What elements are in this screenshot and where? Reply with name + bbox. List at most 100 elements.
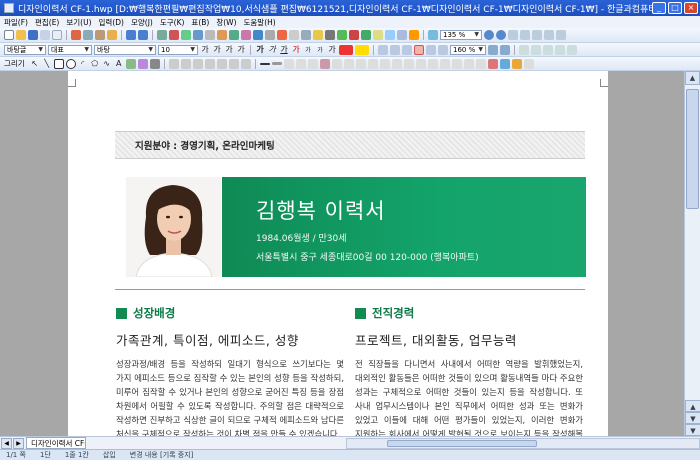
next-page-icon[interactable]: ▼ — [685, 412, 700, 424]
rectangle-icon[interactable] — [53, 58, 64, 69]
document-tab[interactable]: 디자인이력서 CF-1 — [26, 437, 86, 449]
bring-front-icon[interactable] — [192, 58, 203, 69]
ungroup-icon[interactable] — [180, 58, 191, 69]
menu-help[interactable]: 도움말(H) — [244, 17, 276, 28]
zoom-out-icon[interactable] — [496, 30, 506, 40]
memo-icon[interactable] — [313, 30, 323, 40]
preview-icon[interactable] — [52, 30, 62, 40]
superscript-icon[interactable]: 가 — [303, 45, 313, 54]
object-properties-icon[interactable] — [331, 58, 342, 69]
send-back-icon[interactable] — [204, 58, 215, 69]
subscript-icon[interactable]: 가 — [315, 45, 325, 54]
numbering-icon[interactable] — [531, 44, 541, 55]
draw-grid-icon[interactable] — [475, 58, 486, 69]
vertical-scrollbar[interactable]: ▲ ▲ ▼ ▼ — [684, 71, 700, 436]
shadow-icon[interactable] — [295, 58, 306, 69]
insert-mode[interactable]: 삽입 — [103, 450, 116, 460]
zoom-fit-icon[interactable] — [428, 30, 438, 40]
undo-icon[interactable] — [126, 30, 136, 40]
align-center-icon[interactable] — [414, 44, 424, 55]
select-pointer-icon[interactable]: ↖ — [30, 59, 40, 68]
underline-icon[interactable]: 가 — [279, 44, 289, 55]
grow-font-icon[interactable]: 가 — [200, 44, 210, 55]
crop-icon[interactable] — [403, 58, 414, 69]
bullets-icon[interactable] — [519, 44, 529, 55]
bold-icon[interactable]: 가 — [255, 44, 265, 55]
two-page-view-icon[interactable] — [520, 30, 530, 40]
indent-icon[interactable] — [555, 44, 565, 55]
print-icon[interactable] — [40, 30, 50, 40]
columns-icon[interactable] — [385, 30, 395, 40]
line-style-icon[interactable] — [259, 62, 270, 65]
spellcheck-icon[interactable] — [169, 30, 179, 40]
chart-icon[interactable] — [241, 30, 251, 40]
align-justify-icon[interactable] — [378, 44, 388, 55]
page-width-icon[interactable] — [532, 30, 542, 40]
menu-format[interactable]: 모양(J) — [131, 17, 153, 28]
reset-picture-icon[interactable] — [451, 58, 462, 69]
one-page-view-icon[interactable] — [508, 30, 518, 40]
first-tab-icon[interactable]: ◀ — [1, 437, 12, 449]
new-document-icon[interactable] — [4, 30, 14, 40]
rotate-icon[interactable] — [216, 58, 227, 69]
distribute-icon[interactable] — [426, 44, 436, 55]
erase-icon[interactable] — [487, 58, 498, 69]
outdent-icon[interactable] — [567, 44, 577, 55]
fill-icon[interactable] — [137, 58, 148, 69]
text-color-icon[interactable] — [339, 44, 353, 55]
line-icon[interactable]: ╲ — [42, 59, 52, 68]
ellipse-icon[interactable] — [65, 58, 76, 69]
arc-icon[interactable]: ◜ — [78, 59, 88, 68]
last-tab-icon[interactable]: ▶ — [13, 437, 24, 449]
polygon-icon[interactable]: ⬠ — [90, 59, 100, 68]
align-right-icon[interactable] — [402, 44, 412, 55]
hyperlink-icon[interactable] — [265, 30, 275, 40]
picture-insert-icon[interactable] — [125, 58, 136, 69]
footnote-icon[interactable] — [349, 30, 359, 40]
contrast-icon[interactable] — [427, 58, 438, 69]
format-painter-icon[interactable] — [107, 30, 117, 40]
curve-icon[interactable]: ∿ — [102, 59, 112, 68]
line-spacing-select[interactable]: 160 % ▼ — [450, 44, 486, 55]
style-select[interactable]: 바탕글 ▼ — [4, 44, 46, 55]
prev-page-icon[interactable]: ▲ — [685, 400, 700, 412]
scroll-up-icon[interactable]: ▲ — [685, 71, 700, 85]
menu-window[interactable]: 창(W) — [216, 17, 236, 28]
save-icon[interactable] — [28, 30, 38, 40]
size-icon[interactable] — [367, 58, 378, 69]
highlight-icon[interactable] — [355, 44, 369, 55]
arrow-style-icon[interactable] — [283, 58, 294, 69]
char-shape-icon[interactable] — [181, 30, 191, 40]
anchor-icon[interactable] — [355, 58, 366, 69]
zoom-select[interactable]: 135 % ▼ — [440, 30, 482, 40]
line-spacing-down-icon[interactable] — [500, 44, 510, 55]
profile-photo[interactable] — [126, 177, 221, 277]
open-folder-icon[interactable] — [16, 30, 26, 40]
symbol-icon[interactable] — [325, 30, 335, 40]
paste-icon[interactable] — [95, 30, 105, 40]
redo-icon[interactable] — [138, 30, 148, 40]
align-objects-icon[interactable] — [240, 58, 251, 69]
scrap-icon[interactable] — [499, 58, 510, 69]
textbox-icon[interactable]: A — [114, 59, 124, 68]
horizontal-scroll-thumb[interactable] — [387, 439, 537, 447]
align-left-icon[interactable] — [390, 44, 400, 55]
menu-file[interactable]: 파일(F) — [4, 17, 28, 28]
page-indicator[interactable]: 1/1 쪽 — [6, 450, 26, 460]
picture-icon[interactable] — [229, 30, 239, 40]
fill-color-icon[interactable] — [319, 58, 330, 69]
minimize-button[interactable]: _ — [652, 2, 666, 14]
cut-icon[interactable] — [71, 30, 81, 40]
font-size-select[interactable]: 10 ▼ — [158, 44, 198, 55]
menu-table[interactable]: 표(B) — [191, 17, 209, 28]
line-color-icon[interactable] — [149, 58, 160, 69]
para-shape-icon[interactable] — [193, 30, 203, 40]
menu-tools[interactable]: 도구(K) — [160, 17, 185, 28]
equation-icon[interactable] — [337, 30, 347, 40]
brightness-icon[interactable] — [415, 58, 426, 69]
page-setup-icon[interactable] — [397, 30, 407, 40]
line-thickness-icon[interactable] — [271, 62, 282, 65]
3d-icon[interactable] — [307, 58, 318, 69]
outline-icon[interactable] — [543, 44, 553, 55]
width-icon[interactable]: 가 — [236, 44, 246, 55]
